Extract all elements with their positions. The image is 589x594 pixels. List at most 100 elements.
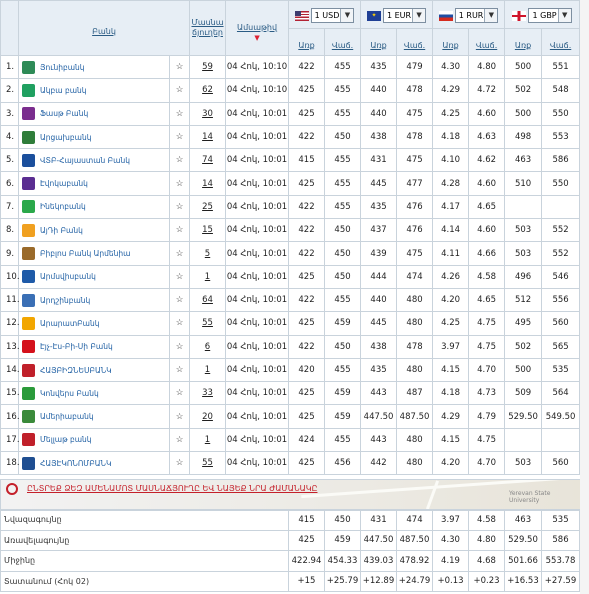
bank-name-link[interactable]: Արդշինբանկ xyxy=(40,296,90,305)
favorite-star-icon[interactable]: ☆ xyxy=(168,124,191,150)
bank-name-cell[interactable]: ՀԱՅԷԿՈՆՈՄԲԱՆԿ xyxy=(18,451,170,476)
favorite-star-icon[interactable]: ☆ xyxy=(168,54,191,80)
branches-header[interactable]: Մասնա ճյուղեր xyxy=(189,0,227,56)
table-row: 15. Կոնվերս Բանկ ☆ 33 04 Հոկ, 10:01 425 459 443… xyxy=(0,381,581,406)
table-row: 5. ՎՏԲ-Հայաստան Բանկ ☆ 74 04 Հոկ, 10:01 415 45… xyxy=(0,148,581,173)
usd-currency-select[interactable]: 1 USD ▼ xyxy=(288,0,362,29)
rate-usd-s: 455 xyxy=(324,194,362,220)
rate-gbp-s: 550 xyxy=(541,101,581,126)
bank-name-cell[interactable]: Ինեկոբանկ xyxy=(18,194,170,220)
branch-count-link[interactable]: 59 xyxy=(189,54,227,80)
favorite-star-icon[interactable]: ☆ xyxy=(168,427,191,453)
rur-buy-header[interactable]: Առք xyxy=(432,28,470,56)
favorite-star-icon[interactable]: ☆ xyxy=(168,334,191,359)
favorite-star-icon[interactable]: ☆ xyxy=(168,148,191,173)
bank-name-link[interactable]: ՀԱՅԲԻԶՆԵՍԲԱՆԿ xyxy=(40,366,112,375)
bank-name-cell[interactable]: ՎՏԲ-Հայաստան Բանկ xyxy=(18,148,170,173)
bank-name-link[interactable]: Ինեկոբանկ xyxy=(40,202,86,211)
branch-count-link[interactable]: 6 xyxy=(189,334,227,359)
bank-name-cell[interactable]: Էվոկաբանկ xyxy=(18,171,170,196)
favorite-star-icon[interactable]: ☆ xyxy=(168,171,191,196)
summary-value: 4.68 xyxy=(468,550,505,572)
bank-name-cell[interactable]: Արցախբանկ xyxy=(18,124,170,150)
bank-name-link[interactable]: Մելլաթ բանկ xyxy=(40,435,92,444)
branch-count-link[interactable]: 74 xyxy=(189,148,227,173)
branch-count-link[interactable]: 15 xyxy=(189,218,227,243)
favorite-star-icon[interactable]: ☆ xyxy=(168,451,191,476)
bank-header[interactable]: Բանկ xyxy=(17,0,191,56)
branch-count-link[interactable]: 55 xyxy=(189,311,227,336)
bank-name-link[interactable]: ԱյԴի Բանկ xyxy=(40,226,83,235)
find-branch-link[interactable]: ԸՆՏՐԵՔ ՁԵԶ ԱՄԵՆԱՄՈՏ ՄԱՍՆԱՃՅՈՒՂԸ ԵՎ ՆԱՅԵՔ… xyxy=(27,484,318,493)
gbp-buy-header[interactable]: Առք xyxy=(504,28,543,56)
favorite-star-icon[interactable]: ☆ xyxy=(168,78,191,103)
bank-name-cell[interactable]: Մելլաթ բանկ xyxy=(18,427,170,453)
branch-count-link[interactable]: 20 xyxy=(189,404,227,429)
bank-name-cell[interactable]: Արմսվիսբանկ xyxy=(18,264,170,289)
favorite-star-icon[interactable]: ☆ xyxy=(168,101,191,126)
usd-buy-header[interactable]: Առք xyxy=(288,28,326,56)
rate-gbp-b: 500 xyxy=(504,101,543,126)
bank-name-link[interactable]: Արմսվիսբանկ xyxy=(40,272,96,281)
updated-time: 04 Հոկ, 10:01 xyxy=(225,124,290,150)
branch-count-link[interactable]: 55 xyxy=(189,451,227,476)
favorite-star-icon[interactable]: ☆ xyxy=(168,241,191,266)
bank-name-link[interactable]: Յունիբանկ xyxy=(40,63,85,72)
rate-eur-s: 478 xyxy=(396,124,434,150)
rur-currency-select[interactable]: 1 RUR ▼ xyxy=(432,0,506,29)
favorite-star-icon[interactable]: ☆ xyxy=(168,194,191,220)
favorite-star-icon[interactable]: ☆ xyxy=(168,357,191,383)
bank-name-cell[interactable]: ՀԱՅԲԻԶՆԵՍԲԱՆԿ xyxy=(18,357,170,383)
table-row: 6. Էվոկաբանկ ☆ 14 04 Հոկ, 10:01 425 455 445 477 4… xyxy=(0,171,581,196)
bank-name-cell[interactable]: Յունիբանկ xyxy=(18,54,170,80)
bank-name-link[interactable]: Ակբա բանկ xyxy=(40,86,87,95)
bank-name-cell[interactable]: Ֆասթ Բանկ xyxy=(18,101,170,126)
bank-name-cell[interactable]: ԱյԴի Բանկ xyxy=(18,218,170,243)
gbp-currency-select[interactable]: 1 GBP ▼ xyxy=(504,0,581,29)
favorite-star-icon[interactable]: ☆ xyxy=(168,404,191,429)
eur-sell-header[interactable]: Վաճ. xyxy=(396,28,434,56)
branch-map-banner[interactable]: ԸՆՏՐԵՔ ՁԵԶ ԱՄԵՆԱՄՈՏ ՄԱՍՆԱՃՅՈՒՂԸ ԵՎ ՆԱՅԵՔ… xyxy=(0,479,581,511)
favorite-star-icon[interactable]: ☆ xyxy=(168,311,191,336)
usd-sell-header[interactable]: Վաճ. xyxy=(324,28,362,56)
vertical-scrollbar[interactable] xyxy=(580,0,589,594)
bank-name-link[interactable]: Արցախբանկ xyxy=(40,133,91,142)
branch-count-link[interactable]: 30 xyxy=(189,101,227,126)
bank-name-link[interactable]: Ֆասթ Բանկ xyxy=(40,109,88,118)
branch-count-link[interactable]: 64 xyxy=(189,287,227,313)
favorite-star-icon[interactable]: ☆ xyxy=(168,287,191,313)
bank-name-cell[interactable]: Ակբա բանկ xyxy=(18,78,170,103)
branch-count-link[interactable]: 14 xyxy=(189,171,227,196)
branch-count-link[interactable]: 25 xyxy=(189,194,227,220)
bank-name-link[interactable]: Կոնվերս Բանկ xyxy=(40,389,99,398)
bank-name-cell[interactable]: ԱրարատԲանկ xyxy=(18,311,170,336)
bank-name-cell[interactable]: Արդշինբանկ xyxy=(18,287,170,313)
branch-count-link[interactable]: 14 xyxy=(189,124,227,150)
branch-count-link[interactable]: 33 xyxy=(189,381,227,406)
gbp-sell-header[interactable]: Վաճ. xyxy=(541,28,581,56)
eur-buy-header[interactable]: Առք xyxy=(360,28,398,56)
bank-name-link[interactable]: Ամերիաբանկ xyxy=(40,412,94,421)
branch-count-link[interactable]: 1 xyxy=(189,357,227,383)
eur-currency-select[interactable]: ✦ 1 EUR ▼ xyxy=(360,0,434,29)
rur-sell-header[interactable]: Վաճ. xyxy=(468,28,506,56)
favorite-star-icon[interactable]: ☆ xyxy=(168,218,191,243)
branch-count-link[interactable]: 5 xyxy=(189,241,227,266)
branch-count-link[interactable]: 1 xyxy=(189,427,227,453)
bank-name-link[interactable]: Էվոկաբանկ xyxy=(40,179,88,188)
bank-name-link[interactable]: ՀԱՅԷԿՈՆՈՄԲԱՆԿ xyxy=(40,459,111,468)
branch-count-link[interactable]: 62 xyxy=(189,78,227,103)
bank-name-cell[interactable]: Կոնվերս Բանկ xyxy=(18,381,170,406)
bank-name-link[interactable]: ԱրարատԲանկ xyxy=(40,319,99,328)
bank-name-cell[interactable]: Էյչ-Էս-Բի-Սի Բանկ xyxy=(18,334,170,359)
favorite-star-icon[interactable]: ☆ xyxy=(168,264,191,289)
summary-value: 474 xyxy=(396,509,433,531)
updated-header[interactable]: Ամսաթիվ ▼ xyxy=(225,0,290,56)
bank-name-link[interactable]: ՎՏԲ-Հայաստան Բանկ xyxy=(40,156,130,165)
bank-name-link[interactable]: Բիբլոս Բանկ Արմենիա xyxy=(40,249,130,258)
bank-name-cell[interactable]: Բիբլոս Բանկ Արմենիա xyxy=(18,241,170,266)
bank-name-cell[interactable]: Ամերիաբանկ xyxy=(18,404,170,429)
bank-name-link[interactable]: Էյչ-Էս-Բի-Սի Բանկ xyxy=(40,342,113,351)
branch-count-link[interactable]: 1 xyxy=(189,264,227,289)
favorite-star-icon[interactable]: ☆ xyxy=(168,381,191,406)
